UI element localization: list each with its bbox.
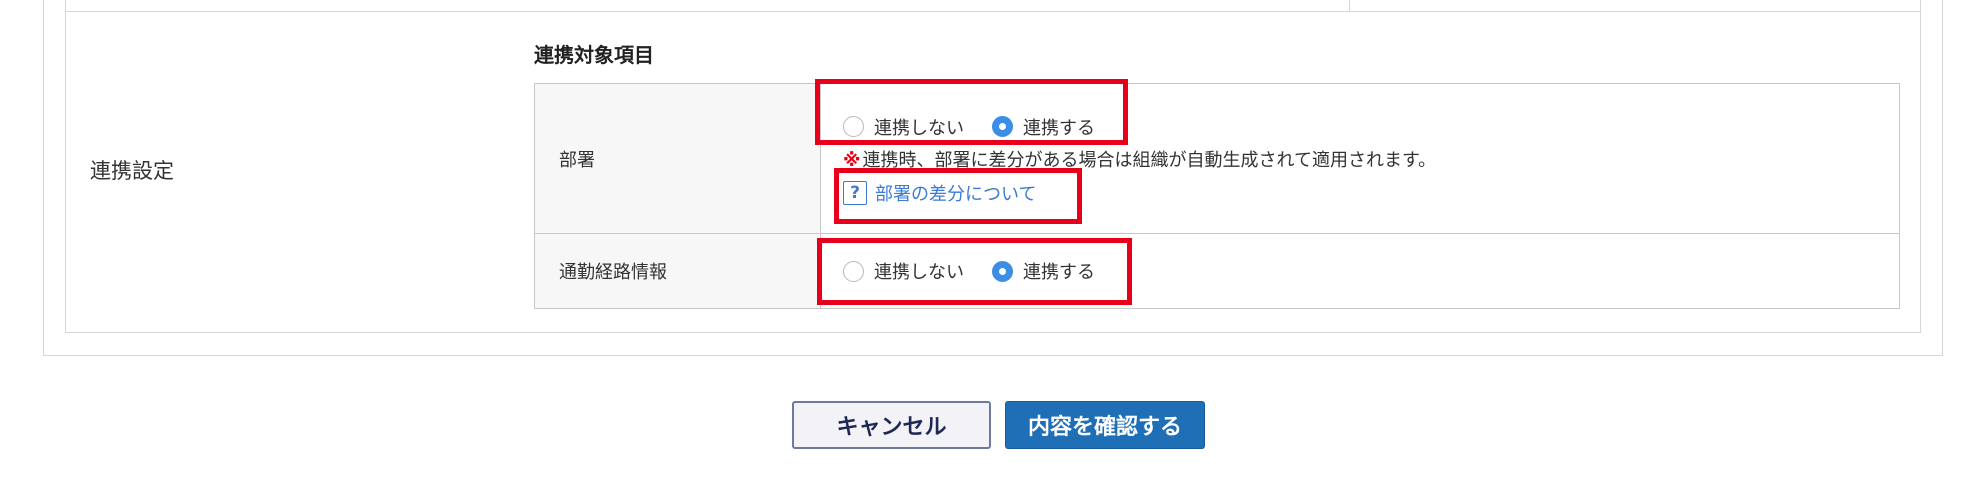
confirm-button[interactable]: 内容を確認する bbox=[1005, 401, 1205, 449]
subheading: 連携対象項目 bbox=[534, 43, 654, 67]
radio-department-no-link[interactable]: 連携しない bbox=[843, 114, 964, 140]
radio-circle[interactable] bbox=[843, 116, 864, 137]
radio-label: 連携しない bbox=[874, 262, 964, 283]
department-diff-help-link[interactable]: ? 部署の差分について bbox=[843, 180, 1036, 206]
table-row: 部署 連携しない 連携する ※ 連携時、部署に差分がある場合は組織が自動生成されて… bbox=[534, 83, 1900, 234]
department-radio-group: 連携しない 連携する bbox=[843, 112, 1899, 142]
table-row: 通勤経路情報 連携しない 連携する bbox=[534, 233, 1900, 309]
row-value-department: 連携しない 連携する ※ 連携時、部署に差分がある場合は組織が自動生成されて適用さ… bbox=[820, 83, 1900, 234]
row-label-commute: 通勤経路情報 bbox=[534, 233, 821, 309]
radio-circle[interactable] bbox=[992, 116, 1013, 137]
row-value-commute: 連携しない 連携する bbox=[820, 233, 1900, 309]
radio-label: 連携しない bbox=[874, 117, 964, 139]
section-label: 連携設定 bbox=[90, 159, 174, 183]
row-label-department: 部署 bbox=[534, 83, 821, 234]
link-items-table: 部署 連携しない 連携する ※ 連携時、部署に差分がある場合は組織が自動生成されて… bbox=[534, 83, 1900, 309]
radio-circle[interactable] bbox=[992, 260, 1013, 282]
divider bbox=[1349, 0, 1350, 12]
radio-label: 連携する bbox=[1023, 262, 1095, 283]
cancel-button[interactable]: キャンセル bbox=[792, 401, 991, 449]
question-icon: ? bbox=[843, 180, 867, 205]
radio-label: 連携する bbox=[1023, 117, 1095, 139]
radio-circle[interactable] bbox=[843, 260, 864, 282]
note-mark: ※ bbox=[843, 149, 861, 171]
radio-commute-link[interactable]: 連携する bbox=[992, 258, 1095, 284]
help-link-text[interactable]: 部署の差分について bbox=[875, 180, 1036, 206]
radio-commute-no-link[interactable]: 連携しない bbox=[843, 258, 964, 284]
note-text: 連携時、部署に差分がある場合は組織が自動生成されて適用されます。 bbox=[862, 149, 1437, 171]
radio-department-link[interactable]: 連携する bbox=[992, 114, 1095, 140]
department-note: ※ 連携時、部署に差分がある場合は組織が自動生成されて適用されます。 bbox=[843, 146, 1899, 172]
divider bbox=[65, 11, 1921, 12]
commute-radio-group: 連携しない 連携する bbox=[843, 256, 1899, 286]
